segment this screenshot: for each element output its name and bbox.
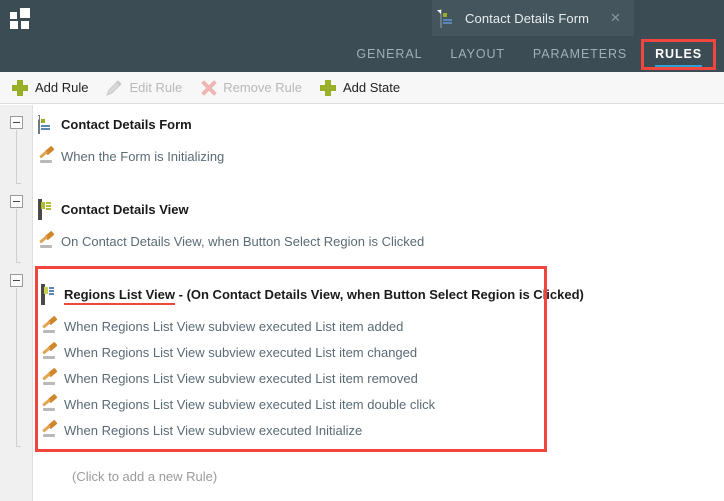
group-title: Regions List View - (On Contact Details … [64, 286, 584, 305]
add-state-label: Add State [343, 80, 401, 95]
app-grid-logo [10, 8, 32, 29]
group-title-highlighted: Regions List View [64, 286, 176, 305]
rule-item[interactable]: When Regions List View subview executed … [34, 365, 724, 391]
active-tab-underline [655, 65, 702, 68]
tree-connector-1 [16, 209, 21, 263]
document-tab-title: Contact Details Form [465, 10, 590, 26]
tab-parameters-label: PARAMETERS [532, 47, 628, 61]
rule-group-contact-details-view: Contact Details View On Contact Details … [34, 196, 724, 254]
group-title: Contact Details Form [61, 116, 192, 132]
section-tabs: GENERAL LAYOUT PARAMETERS RULES [0, 36, 724, 72]
group-header[interactable]: Regions List View - (On Contact Details … [34, 281, 724, 307]
rule-item[interactable]: When Regions List View subview executed … [34, 391, 724, 417]
rule-item[interactable]: When Regions List View subview executed … [34, 339, 724, 365]
tab-general[interactable]: GENERAL [342, 36, 436, 72]
rule-label: When the Form is Initializing [61, 148, 225, 164]
rules-toolbar: Add Rule Edit Rule Remove Rule Add State [0, 72, 724, 104]
gavel-icon [41, 419, 58, 438]
rules-editor-window: Contact Details Form × GENERAL LAYOUT PA… [0, 0, 724, 501]
add-rule-button[interactable]: Add Rule [8, 75, 96, 101]
edit-rule-button: Edit Rule [102, 75, 190, 101]
rule-group-contact-details-form: Contact Details Form When the Form is In… [34, 111, 724, 169]
tree-content: Contact Details Form When the Form is In… [34, 105, 724, 501]
tab-layout-label: LAYOUT [450, 47, 505, 61]
rule-item[interactable]: When Regions List View subview executed … [34, 313, 724, 339]
tab-rules[interactable]: RULES [641, 36, 716, 72]
form-document-icon [35, 115, 54, 134]
tree-connector-2 [16, 288, 21, 447]
add-new-rule-placeholder[interactable]: (Click to add a new Rule) [72, 469, 217, 484]
tab-general-label: GENERAL [356, 47, 423, 61]
rule-item[interactable]: When Regions List View subview executed … [34, 417, 724, 443]
gavel-icon [38, 145, 55, 164]
view-blue-icon [41, 284, 57, 305]
group-title: Contact Details View [61, 201, 189, 217]
tree-gutter [0, 105, 33, 501]
rule-item[interactable]: When the Form is Initializing [34, 143, 724, 169]
plus-icon [318, 78, 338, 98]
tab-rules-label: RULES [655, 47, 702, 61]
form-document-icon [437, 9, 456, 28]
rules-tree: Contact Details Form When the Form is In… [0, 105, 724, 501]
tab-layout[interactable]: LAYOUT [436, 36, 519, 72]
expander-group-0[interactable] [10, 116, 23, 129]
group-title-suffix: - (On Contact Details View, when Button … [175, 286, 584, 302]
group-header[interactable]: Contact Details Form [34, 111, 724, 137]
edit-rule-label: Edit Rule [129, 80, 183, 95]
rule-group-regions-list-view: Regions List View - (On Contact Details … [34, 281, 724, 443]
gavel-icon [41, 341, 58, 360]
gavel-icon [41, 315, 58, 334]
rule-label: When Regions List View subview executed … [64, 422, 363, 438]
rule-label: When Regions List View subview executed … [64, 370, 418, 386]
rule-label: When Regions List View subview executed … [64, 396, 436, 412]
gavel-icon [41, 393, 58, 412]
view-green-icon [38, 199, 54, 220]
remove-rule-label: Remove Rule [223, 80, 302, 95]
rule-item[interactable]: On Contact Details View, when Button Sel… [34, 228, 724, 254]
title-bar: Contact Details Form × [0, 0, 724, 36]
remove-rule-button: Remove Rule [196, 75, 310, 101]
plus-icon [10, 78, 30, 98]
tab-parameters[interactable]: PARAMETERS [519, 36, 641, 72]
group-header[interactable]: Contact Details View [34, 196, 724, 222]
expander-group-1[interactable] [10, 195, 23, 208]
x-icon [198, 78, 218, 98]
document-tab[interactable]: Contact Details Form × [432, 0, 634, 36]
close-icon[interactable]: × [607, 9, 624, 26]
pencil-icon [104, 78, 124, 98]
rule-label: On Contact Details View, when Button Sel… [61, 233, 425, 249]
gavel-icon [38, 230, 55, 249]
expander-group-2[interactable] [10, 274, 23, 287]
tree-connector-0 [16, 130, 21, 184]
rule-label: When Regions List View subview executed … [64, 344, 418, 360]
add-rule-label: Add Rule [35, 80, 89, 95]
gavel-icon [41, 367, 58, 386]
rule-label: When Regions List View subview executed … [64, 318, 404, 334]
add-state-button[interactable]: Add State [316, 75, 408, 101]
